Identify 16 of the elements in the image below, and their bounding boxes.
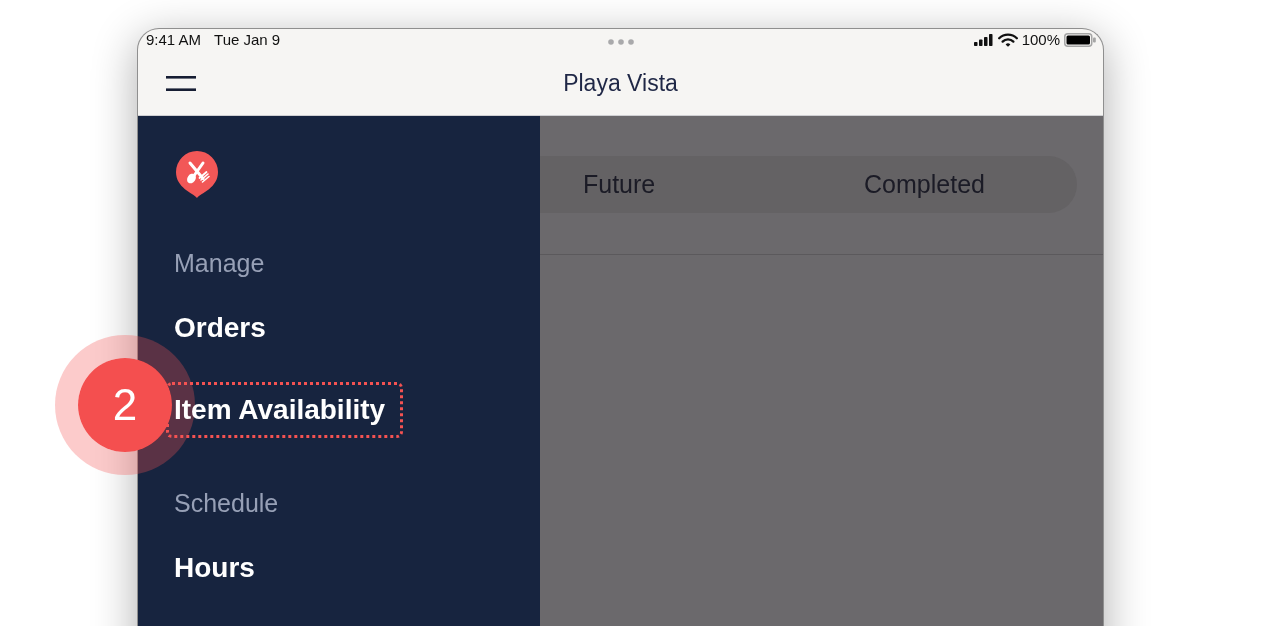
status-time: 9:41 AM <box>146 31 202 49</box>
nav-title: Playa Vista <box>563 69 678 97</box>
battery-percent: 100% <box>1021 31 1060 49</box>
signal-icon <box>973 34 993 46</box>
menu-button[interactable] <box>166 75 196 91</box>
sidebar-item[interactable]: Item Availability <box>174 393 386 427</box>
dots-icon[interactable] <box>608 39 634 45</box>
section-heading: Schedule <box>174 488 279 518</box>
sidebar-item[interactable]: Hours <box>174 551 255 585</box>
section-heading: Manage <box>174 248 265 278</box>
status-date: Tue Jan 9 <box>214 31 281 49</box>
menu-icon <box>166 75 196 91</box>
sidebar-item[interactable]: Orders <box>174 311 266 345</box>
fork-spoon-pin-icon <box>176 151 218 198</box>
battery-icon <box>1064 33 1096 47</box>
wifi-icon <box>997 33 1018 47</box>
